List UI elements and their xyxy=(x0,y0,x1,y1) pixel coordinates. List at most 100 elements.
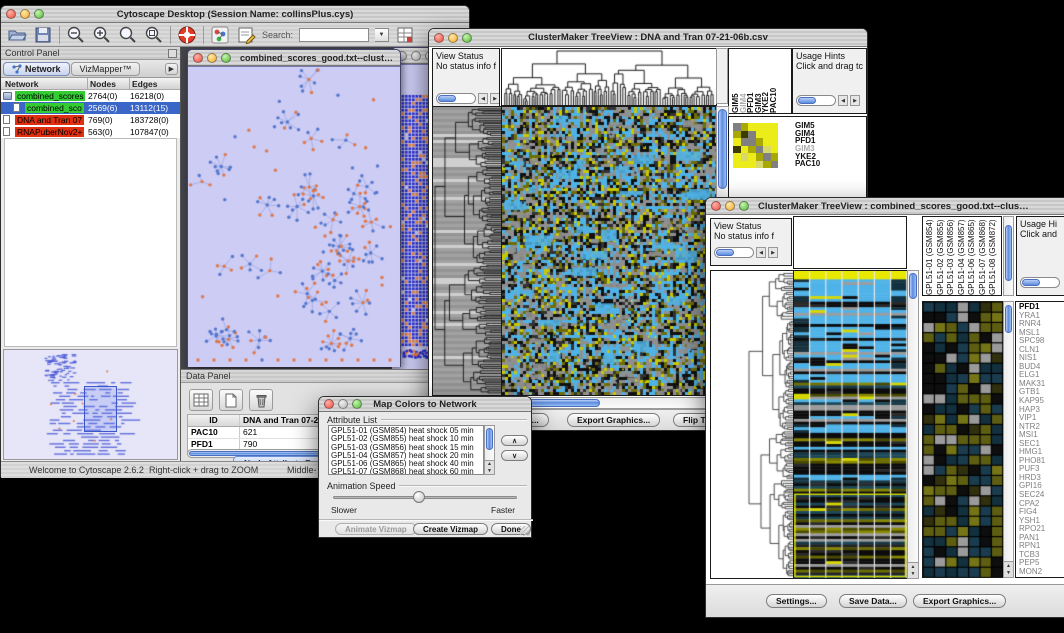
similarity-cell[interactable] xyxy=(748,153,756,161)
similarity-cell[interactable] xyxy=(741,131,749,139)
scroll-thumb[interactable] xyxy=(798,97,816,104)
similarity-cell[interactable] xyxy=(748,146,756,154)
close-button[interactable] xyxy=(434,33,444,43)
similarity-cell[interactable] xyxy=(748,131,756,139)
row-dendrogram[interactable] xyxy=(710,270,795,579)
similarity-cell[interactable] xyxy=(763,123,771,131)
scroll-thumb[interactable] xyxy=(1005,305,1012,333)
zoom-button[interactable] xyxy=(739,201,749,211)
resize-grip[interactable] xyxy=(520,526,530,536)
treeview1-title-bar[interactable]: ClusterMaker TreeView : DNA and Tran 07-… xyxy=(429,29,867,47)
vizmapper-icon[interactable] xyxy=(210,25,230,45)
similarity-cell[interactable] xyxy=(741,161,749,169)
network-a-title-bar[interactable]: combined_scores_good.txt--cluste... xyxy=(188,50,400,66)
attribute-browser-icon[interactable] xyxy=(395,25,415,45)
zoom-button[interactable] xyxy=(462,33,472,43)
column-dendrogram-area[interactable] xyxy=(793,216,907,269)
tab-vizmapper[interactable]: VizMapper™ xyxy=(71,62,141,76)
tab-overflow-button[interactable]: ▶ xyxy=(165,63,178,75)
close-button[interactable] xyxy=(711,201,721,211)
search-input[interactable] xyxy=(299,28,369,42)
similarity-cell[interactable] xyxy=(771,138,779,146)
close-button[interactable] xyxy=(193,53,203,63)
open-folder-icon[interactable] xyxy=(7,25,27,45)
similarity-cell[interactable] xyxy=(733,138,741,146)
similarity-cell[interactable] xyxy=(771,123,779,131)
similarity-cell[interactable] xyxy=(756,153,764,161)
row-dendrogram[interactable] xyxy=(432,106,502,396)
tab-network[interactable]: Network xyxy=(3,62,70,76)
column-separator[interactable] xyxy=(129,78,130,89)
similarity-cell[interactable] xyxy=(733,146,741,154)
export-graphics-button[interactable]: Export Graphics... xyxy=(567,413,660,427)
main-title-bar[interactable]: Cytoscape Desktop (Session Name: collins… xyxy=(1,6,469,23)
attribute-select-button[interactable] xyxy=(189,389,213,411)
scroll-thumb[interactable] xyxy=(716,249,734,256)
gene-label-list[interactable]: PFD1YRA1RNR4MSL1SPC98CLN1NIS1BUD4ELG1MAK… xyxy=(1015,301,1064,578)
scroll-track[interactable] xyxy=(714,247,754,258)
network-row[interactable]: combined_sco2569(6)13112(15) xyxy=(1,102,180,114)
similarity-cell[interactable] xyxy=(733,153,741,161)
column-separator[interactable] xyxy=(87,78,88,89)
scroll-right-button[interactable]: ▶ xyxy=(490,93,500,104)
similarity-cell[interactable] xyxy=(733,123,741,131)
attribute-list-vscrollbar[interactable]: ▲▼ xyxy=(484,425,495,475)
close-button[interactable] xyxy=(324,399,334,409)
similarity-cell[interactable] xyxy=(733,131,741,139)
similarity-cell[interactable] xyxy=(748,138,756,146)
zoom-out-icon[interactable] xyxy=(66,25,86,45)
dialog-title-bar[interactable]: Map Colors to Network xyxy=(319,397,531,412)
minimize-button[interactable] xyxy=(20,9,30,19)
attribute-list[interactable]: GPL51-01 (GSM854) heat shock 05 minGPL51… xyxy=(328,425,484,475)
scroll-track[interactable] xyxy=(796,95,836,106)
attribute-list-item[interactable]: GPL51-07 (GSM868) heat shock 60 min xyxy=(331,468,481,475)
save-icon[interactable] xyxy=(33,25,53,45)
zoom-button[interactable] xyxy=(34,9,44,19)
minimize-button[interactable] xyxy=(725,201,735,211)
search-dropdown-button[interactable]: ▼ xyxy=(375,28,389,42)
scroll-left-button[interactable]: ◀ xyxy=(838,95,848,106)
annotation-icon[interactable] xyxy=(236,25,256,45)
delete-attribute-button[interactable] xyxy=(249,389,273,411)
minimize-button[interactable] xyxy=(338,399,348,409)
similarity-cell[interactable] xyxy=(741,153,749,161)
hints-scrollbar[interactable] xyxy=(1020,277,1060,288)
genelist-vscrollbar[interactable]: ▲▼ xyxy=(1003,301,1014,578)
scroll-thumb[interactable] xyxy=(909,273,917,299)
scroll-track[interactable] xyxy=(1020,277,1060,288)
labels-vscrollbar[interactable] xyxy=(1003,216,1014,296)
similarity-cell[interactable] xyxy=(763,131,771,139)
similarity-cell[interactable] xyxy=(771,146,779,154)
similarity-cell[interactable] xyxy=(763,146,771,154)
heatmap-vscrollbar[interactable]: ▲▼ xyxy=(907,270,919,579)
close-button[interactable] xyxy=(6,9,16,19)
similarity-matrix[interactable] xyxy=(733,123,778,168)
status-scrollbar[interactable]: ◀ ▶ xyxy=(714,247,778,258)
scroll-arrows[interactable]: ▲▼ xyxy=(1004,561,1013,577)
similarity-cell[interactable] xyxy=(741,146,749,154)
scroll-arrows[interactable]: ▲▼ xyxy=(485,460,494,474)
minimize-button[interactable] xyxy=(411,51,421,61)
status-scrollbar[interactable]: ◀ ▶ xyxy=(436,93,500,104)
minimize-button[interactable] xyxy=(448,33,458,43)
similarity-cell[interactable] xyxy=(763,161,771,169)
similarity-cell[interactable] xyxy=(733,161,741,169)
scroll-right-button[interactable]: ▶ xyxy=(850,95,860,106)
similarity-cell[interactable] xyxy=(748,123,756,131)
similarity-cell[interactable] xyxy=(771,161,779,169)
move-down-button[interactable]: ∨ xyxy=(501,450,528,461)
scroll-thumb[interactable] xyxy=(1005,225,1012,281)
similarity-cell[interactable] xyxy=(741,138,749,146)
similarity-cell[interactable] xyxy=(756,146,764,154)
help-lifesaver-icon[interactable] xyxy=(177,25,197,45)
network-row[interactable]: DNA and Tran 07769(0)183728(0) xyxy=(1,114,180,126)
similarity-cell[interactable] xyxy=(756,138,764,146)
zoom-selected-icon[interactable] xyxy=(118,25,138,45)
heatmap-hscrollbar[interactable] xyxy=(501,397,715,409)
new-attribute-button[interactable] xyxy=(219,389,243,411)
zoom-button[interactable] xyxy=(221,53,231,63)
similarity-cell[interactable] xyxy=(756,131,764,139)
similarity-cell[interactable] xyxy=(771,153,779,161)
move-up-button[interactable]: ∧ xyxy=(501,435,528,446)
similarity-cell[interactable] xyxy=(771,131,779,139)
